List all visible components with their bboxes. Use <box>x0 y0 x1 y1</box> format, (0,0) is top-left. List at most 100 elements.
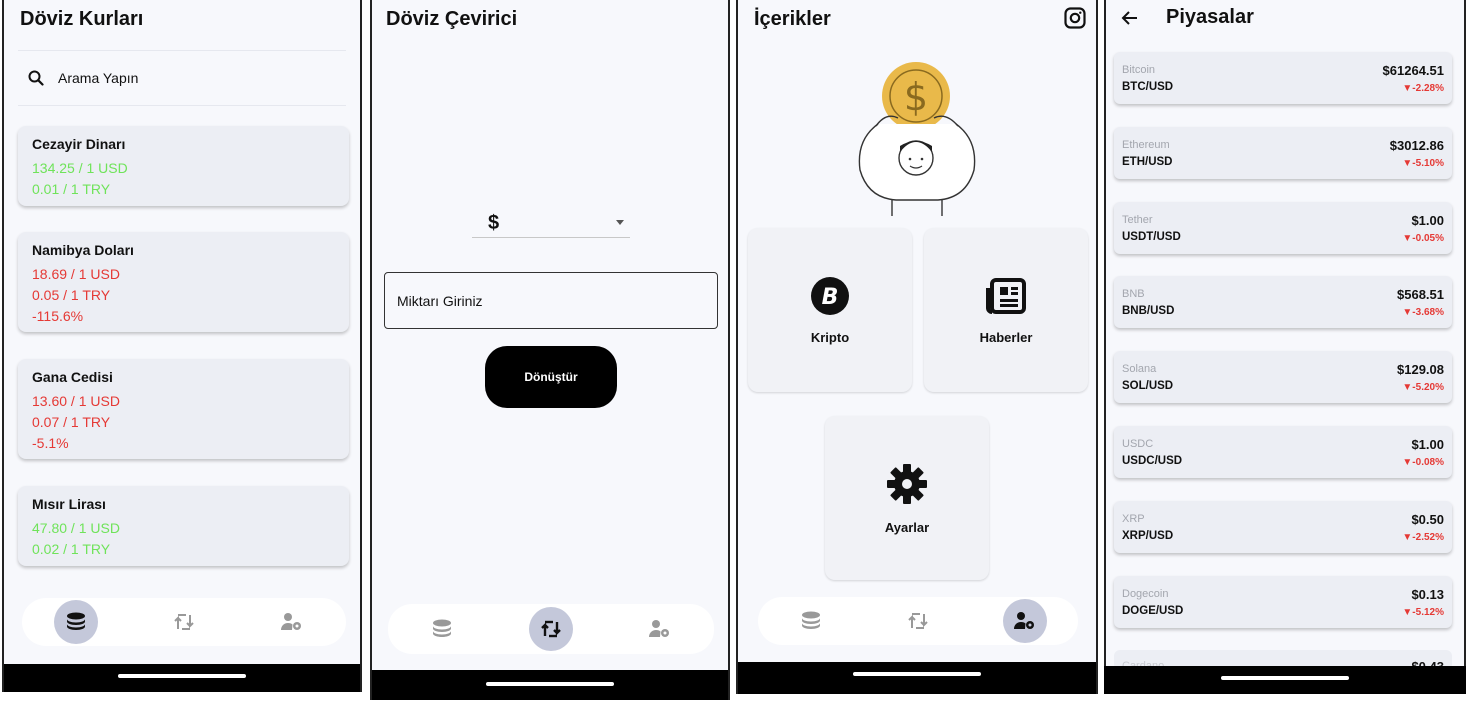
try-rate: 0.02 / 1 TRY <box>32 541 111 557</box>
nav-converter[interactable] <box>162 600 206 644</box>
coin-price: $129.08 <box>1397 362 1444 377</box>
coin-pair: ETH/USD <box>1122 156 1173 168</box>
coin-card[interactable]: Tether USDT/USD $1.00 ▼-0.05% <box>1114 202 1452 254</box>
page-title: Piyasalar <box>1166 6 1254 28</box>
currency-name: Cezayir Dinarı <box>32 136 126 152</box>
screen-exchange-rates: Döviz Kurları Arama Yapın Cezayir Dinarı… <box>2 0 362 692</box>
coin-price: $61264.51 <box>1382 63 1444 78</box>
nav-converter[interactable] <box>896 599 940 643</box>
nav-settings[interactable] <box>270 600 314 644</box>
convert-button[interactable]: Dönüştür <box>485 346 617 408</box>
currency-dropdown[interactable]: $ <box>472 210 630 238</box>
page-title: Döviz Çevirici <box>386 8 518 30</box>
coin-card[interactable]: Solana SOL/USD $129.08 ▼-5.20% <box>1114 351 1452 403</box>
bottom-nav <box>22 598 346 646</box>
coin-change: ▼-5.12% <box>1402 607 1444 618</box>
coin-pair: USDT/USD <box>1122 231 1181 243</box>
home-indicator[interactable] <box>118 674 246 678</box>
tile-settings[interactable]: Ayarlar <box>825 416 989 580</box>
coin-pair: BNB/USD <box>1122 305 1175 317</box>
user-settings-icon <box>281 613 301 630</box>
coin-card[interactable]: Ethereum ETH/USD $3012.86 ▼-5.10% <box>1114 127 1452 179</box>
coin-card[interactable]: Dogecoin DOGE/USD $0.13 ▼-5.12% <box>1114 576 1452 628</box>
newspaper-icon <box>986 277 1026 314</box>
coin-name: Dogecoin <box>1122 588 1169 600</box>
amount-input[interactable]: Miktarı Giriniz <box>384 272 718 329</box>
coin-price: $3012.86 <box>1389 138 1444 153</box>
coin-name: BNB <box>1122 288 1145 300</box>
coins-icon <box>433 619 452 637</box>
coin-change: ▼-3.68% <box>1402 307 1444 318</box>
coin-card[interactable]: XRP XRP/USD $0.50 ▼-2.52% <box>1114 501 1452 553</box>
currency-name: Mısır Lirası <box>32 496 106 512</box>
coin-pair: SOL/USD <box>1122 380 1174 392</box>
nav-rates[interactable] <box>789 599 833 643</box>
system-bar <box>1104 666 1466 694</box>
svg-text:B: B <box>822 285 839 310</box>
coin-change: ▼-2.28% <box>1402 83 1444 94</box>
page-title: Döviz Kurları <box>20 8 144 30</box>
currency-card[interactable]: Gana Cedisi 13.60 / 1 USD 0.07 / 1 TRY -… <box>18 359 349 459</box>
exchange-icon <box>174 614 194 630</box>
usd-rate: 13.60 / 1 USD <box>32 393 120 409</box>
coin-change: ▼-2.52% <box>1402 532 1444 543</box>
home-indicator[interactable] <box>1221 676 1349 680</box>
search-bar[interactable]: Arama Yapın <box>18 50 346 106</box>
instagram-icon[interactable] <box>1064 7 1086 34</box>
usd-rate: 18.69 / 1 USD <box>32 266 120 282</box>
system-bar <box>4 664 360 692</box>
nav-settings[interactable] <box>1002 599 1047 643</box>
coin-change: ▼-0.08% <box>1402 457 1444 468</box>
coins-icon <box>67 612 85 630</box>
coin-name: Bitcoin <box>1122 64 1156 76</box>
currency-card[interactable]: Mısır Lirası 47.80 / 1 USD 0.02 / 1 TRY <box>18 486 349 566</box>
money-illustration: $ <box>858 62 976 216</box>
coins-icon <box>802 611 821 629</box>
coin-name: Solana <box>1122 363 1157 375</box>
currency-card[interactable]: Cezayir Dinarı 134.25 / 1 USD 0.01 / 1 T… <box>18 126 349 206</box>
coin-card[interactable]: Bitcoin BTC/USD $61264.51 ▼-2.28% <box>1114 52 1452 104</box>
tile-crypto[interactable]: B Kripto <box>748 228 912 392</box>
change-percent: -5.1% <box>32 435 69 451</box>
currency-symbol: $ <box>488 212 500 234</box>
coin-name: Tether <box>1122 214 1153 226</box>
tile-label: Ayarlar <box>884 519 930 535</box>
currency-name: Namibya Doları <box>32 242 134 258</box>
coin-name: XRP <box>1122 513 1145 525</box>
coin-card[interactable]: BNB BNB/USD $568.51 ▼-3.68% <box>1114 276 1452 328</box>
nav-converter[interactable] <box>528 607 573 651</box>
coin-name: Ethereum <box>1122 139 1170 151</box>
currency-name: Gana Cedisi <box>32 369 113 385</box>
back-arrow-icon[interactable] <box>1120 8 1140 33</box>
usd-rate: 47.80 / 1 USD <box>32 520 120 536</box>
home-indicator[interactable] <box>853 672 981 676</box>
page-title: İçerikler <box>754 8 831 30</box>
coin-card[interactable]: USDC USDC/USD $1.00 ▼-0.08% <box>1114 426 1452 478</box>
coin-price: $0.13 <box>1411 587 1444 602</box>
coin-name: USDC <box>1122 438 1154 450</box>
try-rate: 0.07 / 1 TRY <box>32 414 111 430</box>
gear-icon <box>887 463 927 504</box>
system-bar <box>372 670 728 700</box>
coin-price: $568.51 <box>1397 287 1444 302</box>
nav-settings[interactable] <box>638 607 682 651</box>
coin-pair: BTC/USD <box>1122 81 1174 93</box>
currency-card[interactable]: Namibya Doları 18.69 / 1 USD 0.05 / 1 TR… <box>18 232 349 332</box>
search-input[interactable]: Arama Yapın <box>58 70 138 86</box>
coin-price: $1.00 <box>1411 437 1444 452</box>
try-rate: 0.05 / 1 TRY <box>32 287 111 303</box>
tile-label: Kripto <box>810 329 850 345</box>
nav-rates[interactable] <box>420 607 464 651</box>
tile-news[interactable]: Haberler <box>924 228 1088 392</box>
coin-price: $0.50 <box>1411 512 1444 527</box>
user-settings-icon <box>648 620 669 637</box>
nav-rates[interactable] <box>54 600 98 644</box>
try-rate: 0.01 / 1 TRY <box>32 181 111 197</box>
svg-text:$: $ <box>904 75 928 119</box>
system-bar <box>738 662 1096 694</box>
change-percent: -115.6% <box>32 308 84 324</box>
home-indicator[interactable] <box>486 682 614 686</box>
coin-pair: XRP/USD <box>1122 530 1174 542</box>
bottom-nav <box>758 597 1078 645</box>
bottom-nav <box>388 604 714 654</box>
